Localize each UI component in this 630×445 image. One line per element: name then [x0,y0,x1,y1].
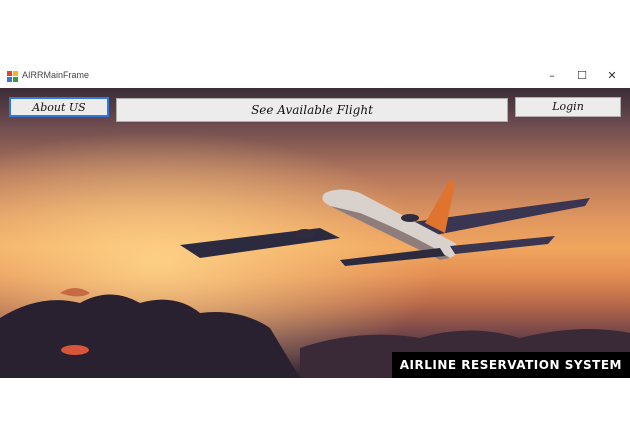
background-image: About US See Available Flight Login AIRL… [0,88,630,378]
see-available-flight-button[interactable]: See Available Flight [116,98,508,122]
sunset-scene [0,88,630,378]
login-button[interactable]: Login [515,97,621,117]
minimize-button[interactable]: – [541,68,563,84]
window-title: AIRRMainFrame [22,70,90,80]
app-banner: AIRLINE RESERVATION SYSTEM [391,352,630,378]
main-window: AIRRMainFrame – ☐ ✕ About US See Availab… [0,66,630,378]
maximize-button[interactable]: ☐ [571,68,593,84]
app-icon [7,71,18,82]
about-us-button[interactable]: About US [9,97,109,117]
title-bar[interactable]: AIRRMainFrame – ☐ ✕ [0,66,630,88]
close-button[interactable]: ✕ [601,68,623,84]
